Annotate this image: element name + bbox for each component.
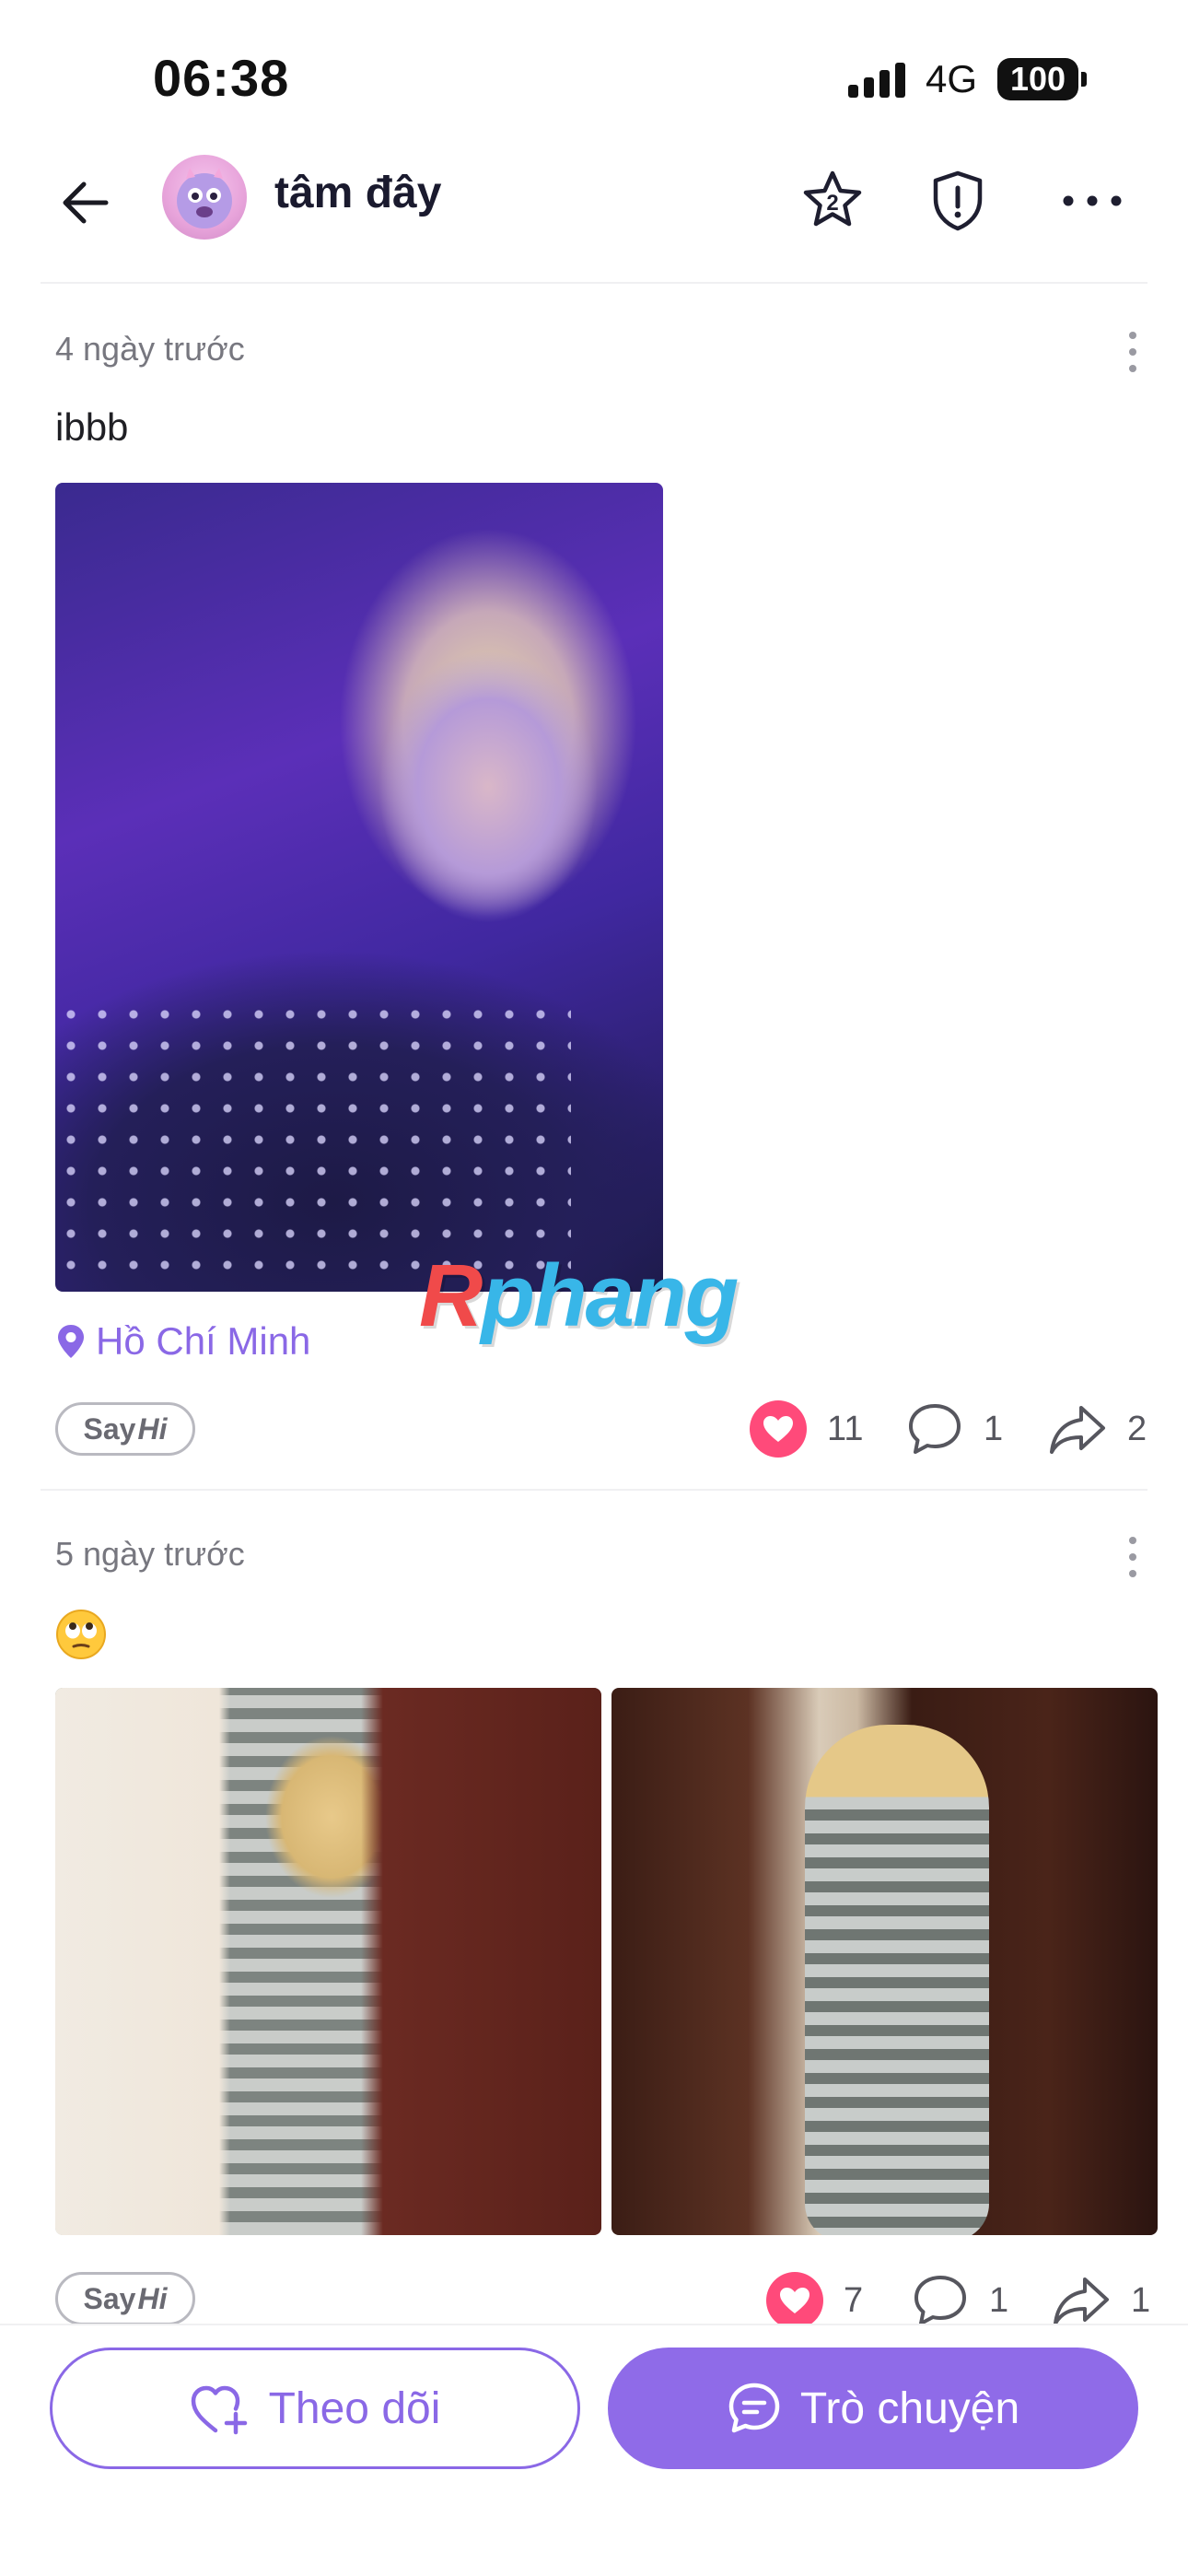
star-badge-icon: 2 <box>803 170 862 227</box>
follow-label: Theo dõi <box>268 2383 441 2433</box>
profile-header: tâm đây 2 <box>0 138 1188 286</box>
share-count: 1 <box>1131 2280 1151 2320</box>
share-arrow-icon <box>1050 1406 1105 1454</box>
like-button[interactable]: 11 <box>750 1400 863 1458</box>
heart-filled-icon <box>750 1400 807 1458</box>
signal-icon <box>847 61 905 98</box>
like-count: 7 <box>844 2280 864 2320</box>
location-pin-icon <box>58 1325 84 1358</box>
star-badge-number: 2 <box>826 191 838 216</box>
avatar-monster-icon <box>177 168 232 228</box>
post-more-button[interactable] <box>1114 324 1151 380</box>
face-with-rolling-eyes-icon <box>56 1610 106 1659</box>
share-button[interactable]: 2 <box>1048 1400 1147 1458</box>
share-arrow-icon <box>1054 2277 1109 2325</box>
more-options-button[interactable] <box>1054 162 1131 240</box>
avatar[interactable] <box>162 155 247 240</box>
network-type: 4G <box>925 57 977 100</box>
comment-icon <box>909 1404 961 1454</box>
profile-username[interactable]: tâm đây <box>274 168 441 218</box>
comment-icon <box>914 2276 966 2325</box>
post-photo[interactable] <box>55 483 663 1292</box>
chat-label: Trò chuyện <box>799 2383 1020 2433</box>
post-photo[interactable] <box>55 1688 601 2235</box>
post-more-button[interactable] <box>1114 1529 1151 1585</box>
share-count: 2 <box>1127 1409 1147 1448</box>
back-arrow-icon <box>63 181 109 224</box>
battery-icon: 100 <box>997 58 1087 100</box>
status-indicators: 4G 100 <box>847 57 1087 101</box>
shield-alert-icon <box>933 170 983 231</box>
back-button[interactable] <box>51 166 124 240</box>
comment-count: 1 <box>984 1409 1004 1448</box>
comment-button[interactable]: 1 <box>906 1400 1003 1458</box>
post-divider <box>41 1489 1147 1491</box>
location-label: Hồ Chí Minh <box>96 1319 311 1363</box>
comment-count: 1 <box>989 2280 1009 2320</box>
follow-button[interactable]: Theo dõi <box>50 2348 580 2469</box>
star-badge-button[interactable]: 2 <box>794 162 871 240</box>
post-time: 5 ngày trước <box>55 1535 245 1573</box>
comment-button[interactable]: 1 <box>912 2272 1008 2329</box>
watermark: Rphang <box>419 1247 739 1345</box>
post-time: 4 ngày trước <box>55 330 245 368</box>
say-hi-button[interactable]: Say Hi <box>55 1402 195 1456</box>
heart-filled-icon <box>766 2272 823 2329</box>
post-photo[interactable] <box>611 1688 1158 2235</box>
status-bar: 06:38 4G 100 <box>0 0 1188 138</box>
chat-bubble-icon <box>728 2383 780 2433</box>
post-location[interactable]: Hồ Chí Minh <box>55 1319 310 1364</box>
heart-plus-icon <box>191 2385 247 2435</box>
header-divider <box>41 282 1147 284</box>
report-button[interactable] <box>919 162 996 240</box>
status-time: 06:38 <box>153 49 290 107</box>
say-hi-button[interactable]: Say Hi <box>55 2272 195 2325</box>
chat-button[interactable]: Trò chuyện <box>608 2348 1138 2469</box>
battery-level: 100 <box>997 58 1078 100</box>
more-horizontal-icon <box>1063 195 1122 206</box>
like-count: 11 <box>827 1409 864 1448</box>
post-caption: ibbb <box>55 405 129 449</box>
like-button[interactable]: 7 <box>766 2272 863 2329</box>
share-button[interactable]: 1 <box>1052 2272 1150 2329</box>
bottom-action-bar: Theo dõi Trò chuyện <box>0 2324 1188 2576</box>
